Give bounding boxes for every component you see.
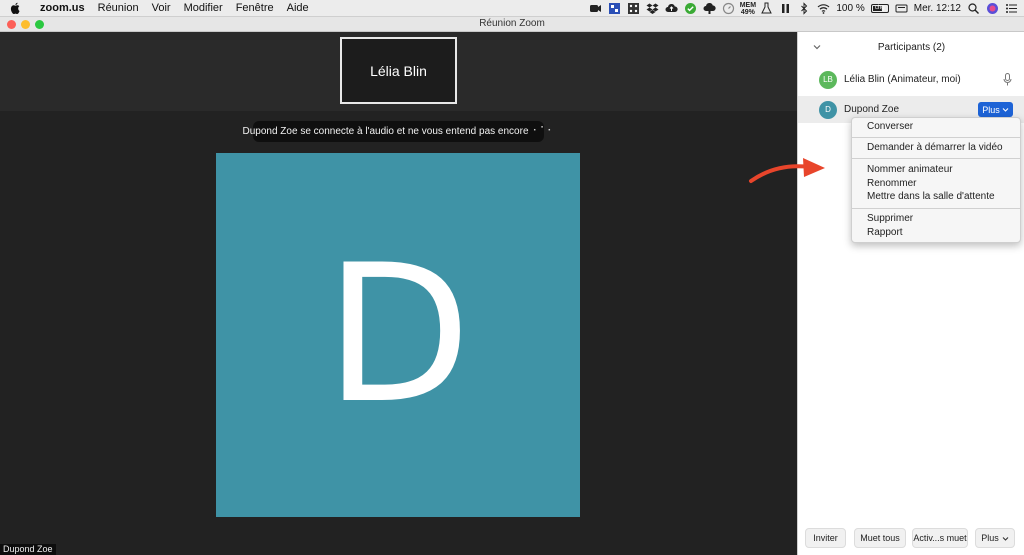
cloud-upload-icon[interactable] xyxy=(665,2,679,15)
avatar: LB xyxy=(819,70,837,89)
chevron-down-icon xyxy=(1002,108,1009,112)
battery-icon[interactable]: chg xyxy=(870,4,889,13)
menu-item-ask-start-video[interactable]: Demander à démarrer la vidéo xyxy=(867,142,1003,153)
more-button-label: Plus xyxy=(982,104,1000,115)
menu-app-name[interactable]: zoom.us xyxy=(40,2,85,14)
menu-divider xyxy=(852,137,1020,138)
apple-logo-icon[interactable] xyxy=(10,2,22,14)
participant-actions-menu: Converser Demander à démarrer la vidéo N… xyxy=(851,117,1021,243)
unmute-all-button[interactable]: Activ...s muet xyxy=(912,528,968,548)
menu-item-report[interactable]: Rapport xyxy=(867,227,903,238)
mem-label: MEM xyxy=(739,1,757,9)
grid-app-icon[interactable] xyxy=(627,2,640,15)
window-titlebar[interactable]: Réunion Zoom xyxy=(0,17,1024,32)
window-title: Réunion Zoom xyxy=(479,18,545,29)
video-area: Lélia Blin Dupond Zoe se connecte à l'au… xyxy=(0,32,797,555)
panel-title: Participants (2) xyxy=(877,42,946,53)
invite-button[interactable]: Inviter xyxy=(805,528,846,548)
invite-label: Inviter xyxy=(813,533,838,543)
menubar-status-area: MEM 49% 100 % chg Mer. 12:12 xyxy=(589,0,1018,17)
flask-icon[interactable] xyxy=(760,2,773,15)
keyboard-icon[interactable] xyxy=(895,2,908,15)
qr-app-icon[interactable] xyxy=(608,2,621,15)
footer-more-button[interactable]: Plus xyxy=(975,528,1015,548)
zoom-camera-icon[interactable] xyxy=(589,2,602,15)
control-list-icon[interactable] xyxy=(1005,2,1018,15)
menu-item-rename[interactable]: Renommer xyxy=(867,178,916,189)
avatar-letter: D xyxy=(324,224,472,445)
footer-more-label: Plus xyxy=(981,533,999,543)
cloud-sync-icon[interactable] xyxy=(703,2,717,15)
mute-all-button[interactable]: Muet tous xyxy=(854,528,906,548)
thumbnail-name: Lélia Blin xyxy=(370,62,427,79)
battery-percent: 100 % xyxy=(836,3,865,14)
menu-voir[interactable]: Voir xyxy=(152,2,171,14)
participants-panel: Participants (2) LB Lélia Blin (Animateu… xyxy=(797,32,1024,555)
siri-icon[interactable] xyxy=(986,2,999,15)
participant-more-button[interactable]: Plus xyxy=(978,102,1013,117)
menu-reunion[interactable]: Réunion xyxy=(98,2,139,14)
mute-all-label: Muet tous xyxy=(860,533,900,543)
avatar: D xyxy=(819,100,837,119)
panel-footer: Inviter Muet tous Activ...s muet Plus xyxy=(797,528,1024,550)
menu-item-remove[interactable]: Supprimer xyxy=(867,213,913,224)
mem-value: 49% xyxy=(740,8,755,16)
chevron-down-icon xyxy=(1002,536,1009,541)
bluetooth-icon[interactable] xyxy=(798,2,811,15)
speaker-name-label: Dupond Zoe xyxy=(0,544,56,555)
participant-row[interactable]: LB Lélia Blin (Animateur, moi) xyxy=(798,66,1024,93)
memory-monitor[interactable]: MEM 49% xyxy=(739,1,757,16)
unmute-all-label: Activ...s muet xyxy=(913,533,967,543)
microphone-icon[interactable] xyxy=(1003,73,1012,86)
loading-spinner-icon: ⠂⠁⠂ xyxy=(532,126,555,137)
menu-aide[interactable]: Aide xyxy=(287,2,309,14)
menu-item-converser[interactable]: Converser xyxy=(867,121,913,132)
panel-header: Participants (2) xyxy=(798,32,1024,62)
active-speaker-avatar: D xyxy=(216,153,580,517)
menu-item-make-host[interactable]: Nommer animateur xyxy=(867,164,953,175)
participant-thumbnail[interactable]: Lélia Blin xyxy=(340,37,457,104)
menubar-clock[interactable]: Mer. 12:12 xyxy=(914,3,961,14)
check-circle-icon[interactable] xyxy=(684,2,697,15)
gauge-icon[interactable] xyxy=(722,2,735,15)
annotation-arrow-icon xyxy=(749,158,825,183)
menu-divider xyxy=(852,208,1020,209)
menu-modifier[interactable]: Modifier xyxy=(184,2,223,14)
pause-icon[interactable] xyxy=(779,2,792,15)
wifi-icon[interactable] xyxy=(817,2,830,15)
spotlight-search-icon[interactable] xyxy=(967,2,980,15)
notice-text: Dupond Zoe se connecte à l'audio et ne v… xyxy=(242,126,529,137)
participant-name: Lélia Blin (Animateur, moi) xyxy=(844,74,961,85)
battery-icon-label: chg xyxy=(874,5,885,11)
dropbox-icon[interactable] xyxy=(646,2,659,15)
participant-name: Dupond Zoe xyxy=(844,104,900,115)
mac-menubar: zoom.us Réunion Voir Modifier Fenêtre Ai… xyxy=(0,0,1024,17)
menu-item-waiting-room[interactable]: Mettre dans la salle d'attente xyxy=(867,191,995,202)
audio-connect-notice: Dupond Zoe se connecte à l'audio et ne v… xyxy=(243,121,555,142)
menu-divider xyxy=(852,158,1020,159)
menu-fenetre[interactable]: Fenêtre xyxy=(236,2,274,14)
